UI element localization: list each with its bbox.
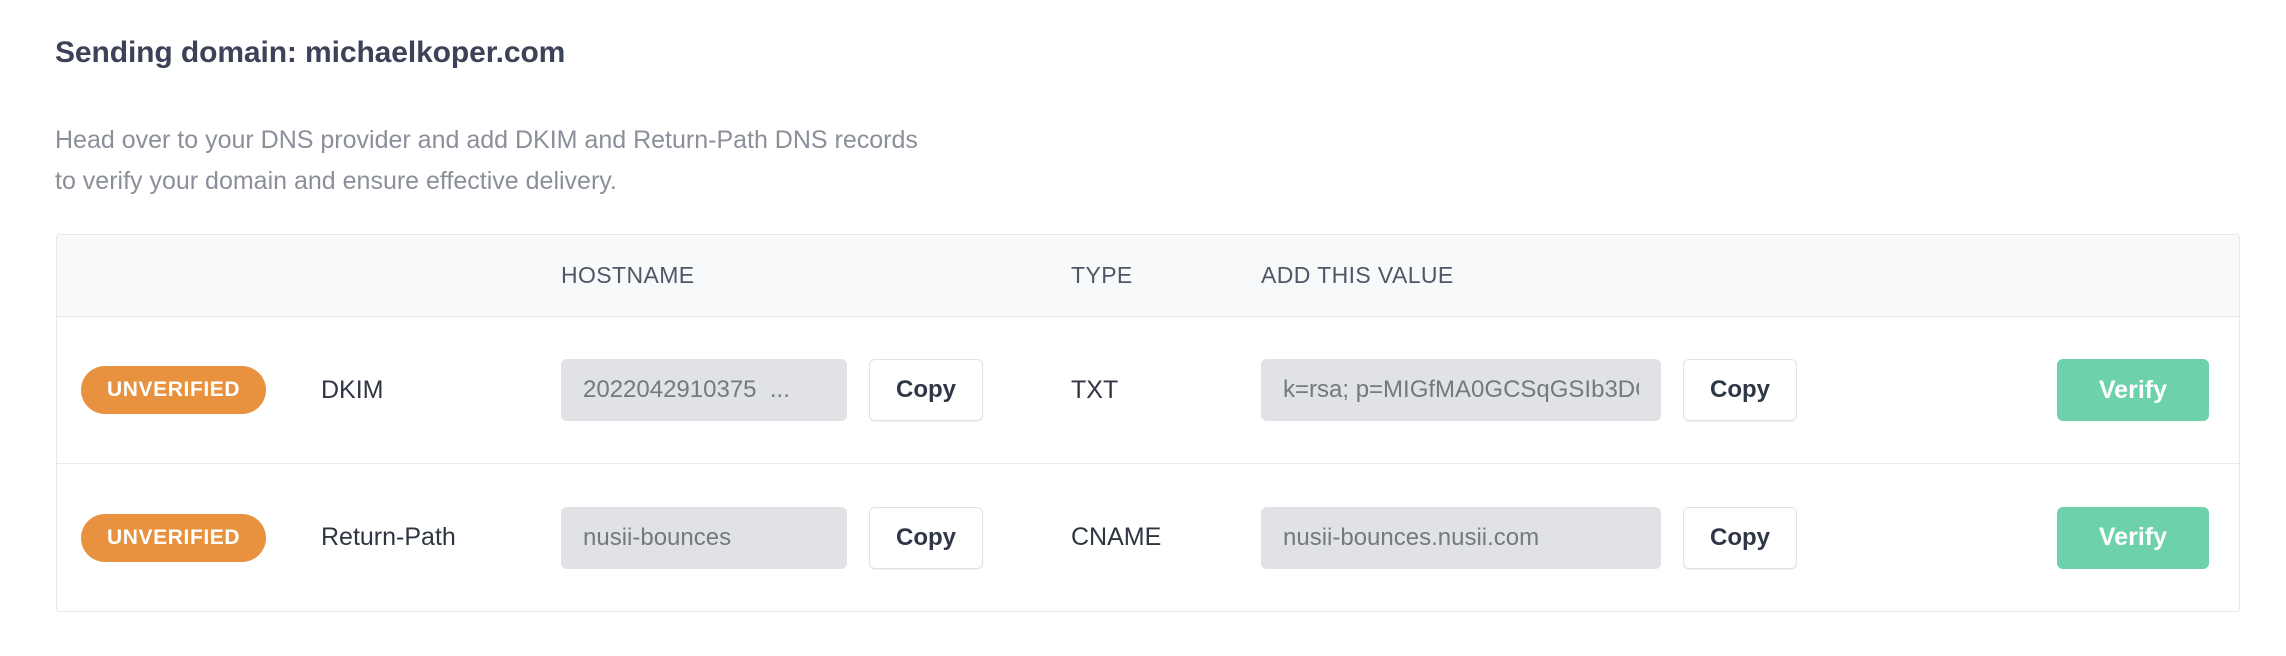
copy-hostname-button[interactable]: Copy [869,359,983,421]
copy-hostname-button[interactable]: Copy [869,506,983,569]
verify-button[interactable]: Verify [2056,359,2209,421]
hostname-input[interactable] [561,359,847,421]
page-title: Sending domain: michaelkoper.com [55,36,566,69]
copy-value-button[interactable]: Copy [1683,506,1797,569]
table-row: UNVERIFIED DKIM Copy TXT Copy Verify [57,317,2239,464]
hostname-input[interactable] [561,506,847,569]
dns-value-input[interactable] [1261,359,1661,421]
verify-button[interactable]: Verify [2056,506,2209,569]
column-header-hostname: HOSTNAME [561,262,695,288]
table-header-row: HOSTNAME TYPE ADD THIS VALUE [57,235,2239,317]
status-badge: UNVERIFIED [81,366,267,414]
copy-value-button[interactable]: Copy [1683,359,1797,421]
table-row: UNVERIFIED Return-Path Copy CNAME Copy V… [57,464,2239,611]
dns-type-label: TXT [1071,375,1119,404]
page-description: Head over to your DNS provider and add D… [55,126,918,195]
dns-value-input[interactable] [1261,506,1661,569]
record-type-label: Return-Path [321,523,456,551]
column-header-add-this-value: ADD THIS VALUE [1261,262,1454,288]
status-badge: UNVERIFIED [81,513,267,562]
dns-type-label: CNAME [1071,523,1162,551]
sending-domain-page: Sending domain: michaelkoper.com Head ov… [0,0,2286,656]
record-type-label: DKIM [321,375,384,404]
dns-records-table: HOSTNAME TYPE ADD THIS VALUE UNVERIFIED … [56,234,2240,612]
column-header-type: TYPE [1071,262,1133,288]
